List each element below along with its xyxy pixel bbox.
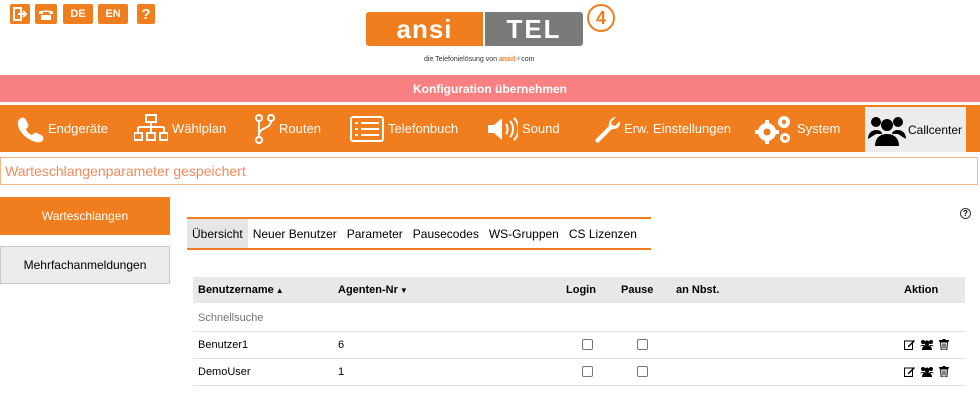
cell-benutzername: DemoUser [198, 365, 251, 378]
gears-icon [755, 115, 790, 144]
pause-checkbox[interactable] [637, 339, 648, 350]
nav-telefonbuch[interactable]: Telefonbuch [350, 105, 458, 152]
nav-erw-einstellungen[interactable]: Erw. Einstellungen [590, 105, 731, 152]
table-row: DemoUser 1 [193, 358, 965, 386]
nav-label: Wählplan [172, 121, 227, 136]
cell-agenten-nr: 1 [338, 365, 345, 378]
tab-neuer-benutzer[interactable]: Neuer Benutzer [248, 219, 342, 248]
tab-parameter[interactable]: Parameter [342, 219, 408, 248]
nav-sound[interactable]: Sound [486, 105, 560, 152]
col-agenten-nr[interactable]: Agenten-Nr ▼ [338, 277, 408, 303]
phone-icon[interactable] [35, 4, 57, 24]
apply-config-button[interactable]: Konfiguration übernehmen [0, 75, 980, 102]
sort-up-icon: ▲ [275, 285, 284, 295]
wrench-icon [595, 116, 620, 143]
tab-cs-lizenzen[interactable]: CS Lizenzen [564, 219, 642, 248]
logout-icon[interactable] [10, 4, 30, 24]
trash-icon[interactable] [939, 339, 949, 350]
sidebar-item-mehrfachanmeldungen[interactable]: Mehrfachanmeldungen [0, 246, 170, 284]
sitemap-icon [134, 113, 168, 141]
main-nav: Endgeräte Wählplan Routen Telefonbuch So… [0, 105, 980, 152]
col-an-nbst: an Nbst. [676, 284, 720, 296]
nav-label: Telefonbuch [388, 121, 459, 136]
edit-icon[interactable] [904, 366, 915, 377]
quick-search-input[interactable] [193, 310, 490, 325]
trash-icon[interactable] [939, 366, 949, 377]
users-icon [868, 116, 906, 146]
nav-callcenter[interactable]: Callcenter [865, 107, 966, 152]
tab-bar: Übersicht Neuer Benutzer Parameter Pause… [187, 217, 651, 250]
sort-down-icon: ▼ [399, 285, 408, 295]
cell-benutzername: Benutzer1 [198, 338, 249, 351]
nav-label: Routen [279, 121, 321, 136]
logo-left-text: ansi [366, 12, 483, 46]
tab-pausecodes[interactable]: Pausecodes [408, 219, 484, 248]
lang-de-button[interactable]: DE [63, 4, 93, 24]
sidebar-item-warteschlangen[interactable]: Warteschlangen [0, 197, 170, 235]
route-icon [255, 113, 275, 144]
nav-label: System [797, 121, 841, 136]
lang-en-button[interactable]: EN [98, 4, 128, 24]
phone-handset-icon [17, 117, 44, 142]
nav-label: Erw. Einstellungen [624, 121, 731, 136]
table-row: Benutzer1 6 [193, 331, 965, 359]
col-benutzername[interactable]: Benutzername ▲ [198, 277, 284, 303]
col-login: Login [566, 284, 596, 296]
nav-waehlplan[interactable]: Wählplan [134, 105, 226, 152]
nav-label: Endgeräte [48, 121, 108, 136]
search-row [193, 304, 965, 332]
nav-label: Sound [522, 121, 560, 136]
nav-system[interactable]: System [755, 105, 840, 152]
cell-agenten-nr: 6 [338, 338, 345, 351]
nav-endgeraete[interactable]: Endgeräte [16, 105, 108, 152]
nav-label: Callcenter [908, 122, 963, 137]
group-icon[interactable] [920, 339, 934, 350]
logo-version: 4 [587, 4, 615, 32]
help-icon[interactable]: ? [137, 4, 155, 24]
help-icon[interactable]: ? [960, 208, 971, 219]
table-header: Benutzername ▲ Agenten-Nr ▼ Login Pause an… [193, 277, 965, 303]
group-icon[interactable] [920, 366, 934, 377]
col-aktion: Aktion [904, 284, 939, 296]
edit-icon[interactable] [904, 339, 915, 350]
tab-uebersicht[interactable]: Übersicht [187, 219, 248, 248]
nav-routen[interactable]: Routen [255, 105, 321, 152]
logo-right-text: TEL [485, 12, 583, 46]
brand-logo: ansi TEL [366, 12, 583, 46]
login-checkbox[interactable] [582, 366, 593, 377]
status-message: Warteschlangenparameter gespeichert [0, 157, 978, 185]
login-checkbox[interactable] [582, 339, 593, 350]
list-icon [350, 115, 384, 142]
col-pause: Pause [621, 284, 654, 296]
speaker-icon [488, 116, 518, 141]
logo-tagline: die Telefonielösung von ansit✳com [424, 56, 535, 63]
pause-checkbox[interactable] [637, 366, 648, 377]
tab-ws-gruppen[interactable]: WS-Gruppen [484, 219, 564, 248]
